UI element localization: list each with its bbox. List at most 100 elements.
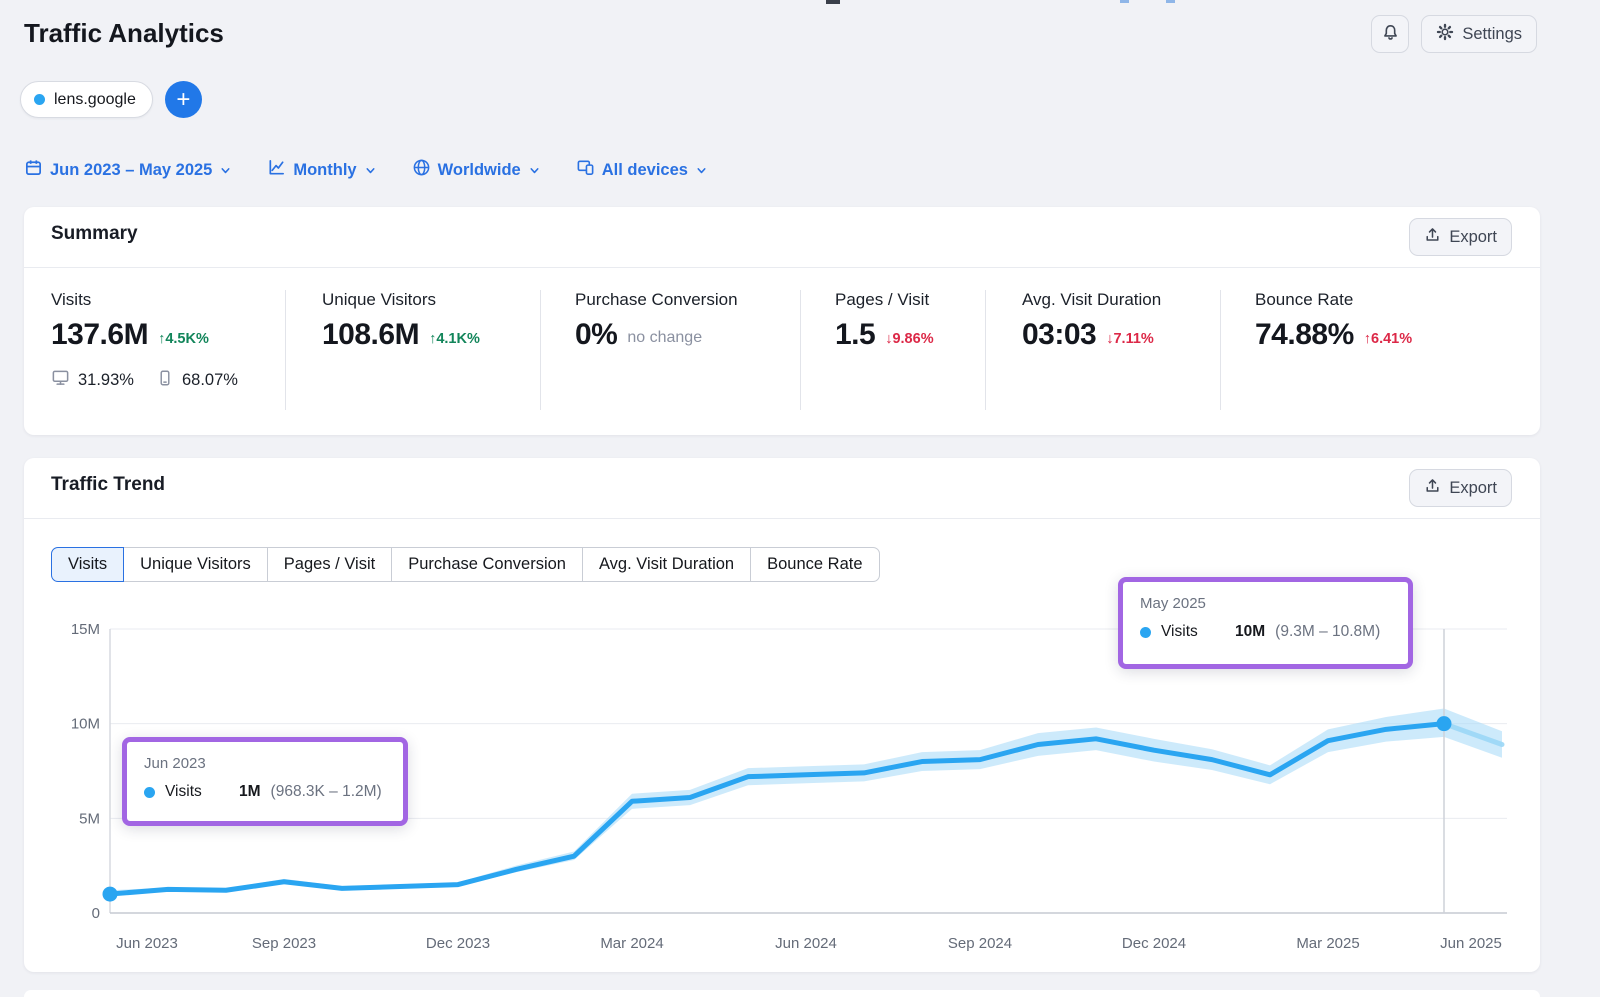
summary-export-button[interactable]: Export — [1409, 218, 1512, 256]
data-point-marker — [103, 887, 118, 902]
globe-icon — [412, 158, 431, 182]
metric-value: 0% — [575, 318, 617, 352]
tooltip-period: Jun 2023 — [144, 755, 385, 772]
tab-visits[interactable]: Visits — [51, 547, 124, 582]
metric-value: 137.6M — [51, 318, 148, 352]
settings-button-label: Settings — [1462, 25, 1522, 44]
filter-row: Jun 2023 – May 2025 Monthly Worldwide — [24, 158, 708, 182]
chart-tooltip-jun-2023: Jun 2023 Visits 1M (968.3K – 1.2M) — [122, 737, 408, 826]
chart-tooltip-may-2025: May 2025 Visits 10M (9.3M – 10.8M) — [1118, 577, 1413, 669]
metric-delta: ↓7.11% — [1106, 331, 1154, 352]
bell-icon — [1381, 23, 1400, 45]
metric-bounce-rate: Bounce Rate 74.88% ↑6.41% — [1255, 290, 1412, 352]
x-axis-label: Sep 2023 — [252, 935, 316, 952]
domain-chip[interactable]: lens.google — [20, 81, 153, 118]
metric-purchase-conversion: Purchase Conversion 0% no change — [575, 290, 738, 352]
device-split-row: 31.93% 68.07% — [51, 368, 238, 392]
summary-card: Summary Export Visits 137.6M ↑4.5K% — [24, 207, 1540, 435]
metric-label: Unique Visitors — [322, 290, 480, 310]
trend-line-icon — [267, 158, 286, 182]
chevron-down-icon — [219, 164, 232, 177]
cutoff-fragment — [1120, 0, 1129, 3]
date-range-label: Jun 2023 – May 2025 — [50, 161, 212, 180]
y-axis-label: 5M — [79, 810, 100, 827]
granularity-filter[interactable]: Monthly — [267, 158, 376, 182]
data-point-marker — [1437, 716, 1452, 731]
traffic-trend-card: Traffic Trend Export Visits Unique Visit… — [24, 458, 1540, 972]
x-axis-label: Dec 2023 — [426, 935, 490, 952]
topbar-buttons: Settings — [1371, 15, 1537, 53]
metric-avg-visit-duration: Avg. Visit Duration 03:03 ↓7.11% — [1022, 290, 1161, 352]
x-axis-label: Sep 2024 — [948, 935, 1012, 952]
x-axis-label: Dec 2024 — [1122, 935, 1186, 952]
date-range-filter[interactable]: Jun 2023 – May 2025 — [24, 158, 232, 182]
traffic-analytics-page: { "page": { "title": "Traffic Analytics"… — [0, 0, 1600, 997]
metric-delta: ↑4.5K% — [158, 331, 209, 352]
metric-delta: ↑6.41% — [1364, 331, 1412, 352]
metric-value: 1.5 — [835, 318, 875, 352]
metric-value: 74.88% — [1255, 318, 1354, 352]
summary-title: Summary — [51, 223, 138, 245]
add-competitor-button[interactable]: + — [165, 81, 202, 118]
metric-value: 108.6M — [322, 318, 419, 352]
divider — [285, 290, 286, 410]
devices-filter[interactable]: All devices — [576, 158, 708, 182]
tooltip-series-name: Visits — [165, 783, 227, 801]
metric-delta: ↓9.86% — [885, 331, 933, 352]
metric-pages-per-visit: Pages / Visit 1.5 ↓9.86% — [835, 290, 934, 352]
series-color-dot — [1140, 627, 1151, 638]
chevron-down-icon — [695, 164, 708, 177]
metric-value: 03:03 — [1022, 318, 1096, 352]
metric-visits: Visits 137.6M ↑4.5K% 31.93% 68.07% — [51, 290, 238, 392]
settings-button[interactable]: Settings — [1421, 15, 1537, 53]
metric-label: Pages / Visit — [835, 290, 934, 310]
metric-label: Purchase Conversion — [575, 290, 738, 310]
cutoff-fragment — [826, 0, 840, 4]
tooltip-period: May 2025 — [1140, 595, 1390, 612]
x-axis-label: Mar 2024 — [600, 935, 663, 952]
domain-chip-label: lens.google — [54, 91, 136, 109]
calendar-icon — [24, 158, 43, 182]
x-axis-label: Jun 2024 — [775, 935, 837, 952]
target-chip-row: lens.google + — [20, 81, 202, 118]
x-axis-label: Mar 2025 — [1296, 935, 1359, 952]
divider — [540, 290, 541, 410]
gear-icon — [1436, 23, 1454, 46]
cutoff-fragment — [1166, 0, 1175, 3]
mobile-share: 68.07% — [182, 371, 238, 390]
tooltip-series-name: Visits — [1161, 623, 1223, 641]
divider — [1220, 290, 1221, 410]
divider — [800, 290, 801, 410]
metric-delta: no change — [627, 329, 702, 352]
tooltip-range: (968.3K – 1.2M) — [271, 783, 382, 801]
tooltip-value: 10M — [1235, 623, 1265, 641]
chevron-down-icon — [528, 164, 541, 177]
metric-label: Visits — [51, 290, 238, 310]
x-axis-label: Jun 2025 — [1440, 935, 1502, 952]
tooltip-value: 1M — [239, 783, 261, 801]
series-color-dot — [144, 787, 155, 798]
traffic-trend-chart[interactable]: 0 5M 10M 15M Jun 2023 Sep 2023 Dec 2023 Mar 202… — [24, 458, 1540, 972]
series-color-dot — [34, 94, 45, 105]
metric-label: Avg. Visit Duration — [1022, 290, 1161, 310]
tooltip-range: (9.3M – 10.8M) — [1275, 623, 1380, 641]
y-axis-label: 0 — [92, 905, 100, 922]
mobile-icon — [156, 369, 174, 392]
region-label: Worldwide — [438, 161, 521, 180]
desktop-share: 31.93% — [78, 371, 134, 390]
page-title: Traffic Analytics — [24, 18, 224, 49]
chevron-down-icon — [364, 164, 377, 177]
metric-label: Bounce Rate — [1255, 290, 1412, 310]
notifications-button[interactable] — [1371, 15, 1409, 53]
y-axis-label: 10M — [71, 716, 100, 733]
devices-label: All devices — [602, 161, 688, 180]
desktop-icon — [51, 368, 70, 392]
granularity-label: Monthly — [293, 161, 356, 180]
metric-unique-visitors: Unique Visitors 108.6M ↑4.1K% — [322, 290, 480, 352]
summary-export-label: Export — [1449, 228, 1497, 247]
next-card-sliver — [24, 990, 1540, 997]
region-filter[interactable]: Worldwide — [412, 158, 541, 182]
x-axis-label: Jun 2023 — [116, 935, 178, 952]
divider — [985, 290, 986, 410]
y-axis-label: 15M — [71, 621, 100, 638]
